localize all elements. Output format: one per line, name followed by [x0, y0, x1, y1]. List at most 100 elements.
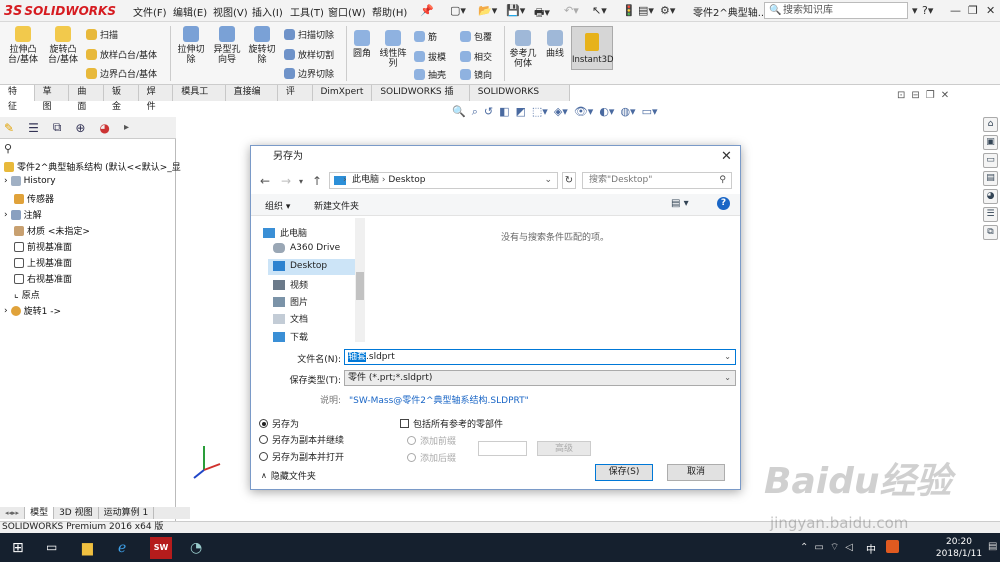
radio-save-copy-open[interactable]: 另存为副本并打开 — [259, 450, 344, 463]
configuration-manager-icon[interactable]: ⧉ — [53, 120, 62, 135]
breadcrumb-chevron-icon[interactable]: › — [343, 173, 347, 188]
radio-save-copy-continue[interactable]: 另存为副本并继续 — [259, 433, 344, 446]
reference-geometry-button[interactable]: 参考几 何体 — [508, 30, 538, 69]
chevron-down-icon[interactable]: ⌄ — [724, 350, 731, 364]
revolve-boss-button[interactable]: 旋转凸 台/基体 — [44, 26, 82, 65]
radio-add-suffix[interactable]: 添加后缀 — [407, 451, 456, 464]
close-icon[interactable]: ✕ — [986, 4, 995, 17]
shell-button[interactable]: 抽壳 — [414, 68, 446, 81]
ime-indicator[interactable]: 中 — [866, 541, 876, 556]
radio-dot[interactable] — [407, 453, 416, 462]
menu-window[interactable]: 窗口(W) — [328, 4, 366, 19]
folder-search-input[interactable]: 搜索"Desktop" ⚲ — [582, 172, 732, 189]
loft-cut-button[interactable]: 放样切割 — [284, 48, 334, 61]
tree-item-material[interactable]: 材质 <未指定> — [14, 224, 90, 237]
search-dropdown-icon[interactable]: ▾ — [912, 4, 918, 17]
tab-scroll-arrows[interactable]: ◂◂▸▸ — [0, 507, 26, 519]
menu-help[interactable]: 帮助(H) — [372, 4, 407, 19]
tab-model[interactable]: 模型 — [25, 507, 55, 519]
cancel-button[interactable]: 取消 — [667, 464, 725, 481]
minimize-icon[interactable]: — — [950, 4, 961, 17]
hole-wizard-button[interactable]: 异型孔 向导 — [210, 26, 244, 65]
radio-dot[interactable] — [259, 435, 268, 444]
save-type-select[interactable]: 零件 (*.prt;*.sldprt) ⌄ — [344, 370, 736, 386]
file-explorer-icon[interactable]: ▆ — [82, 540, 93, 556]
boundary-boss-button[interactable]: 边界凸台/基体 — [86, 67, 157, 80]
zoom-to-fit-icon[interactable]: 🔍 — [452, 105, 466, 123]
notification-icon[interactable]: ▤ — [988, 541, 997, 552]
tab-mold-tools[interactable]: 模具工具 — [173, 85, 226, 112]
filename-input[interactable]: 轴套.sldprt ⌄ — [344, 349, 736, 365]
extrude-boss-button[interactable]: 拉伸凸 台/基体 — [4, 26, 42, 65]
tab-mbd[interactable]: SOLIDWORKS MBD — [470, 85, 571, 112]
nav-downloads[interactable]: 下载 — [273, 330, 308, 343]
nav-documents[interactable]: 文档 — [273, 312, 308, 325]
section-view-icon[interactable]: ◧ — [499, 105, 509, 123]
select-icon[interactable]: ↖▾ — [592, 4, 607, 17]
sweep-cut-button[interactable]: 扫描切除 — [284, 28, 334, 41]
new-doc-icon[interactable]: ▢▾ — [450, 4, 466, 17]
expand-arrow-icon[interactable]: › — [4, 176, 8, 186]
tab-sheet-metal[interactable]: 钣金 — [104, 85, 139, 112]
forward-arrow-icon[interactable]: → — [281, 174, 291, 188]
filter-icon[interactable]: ⚲ — [4, 142, 12, 155]
input-method-icon[interactable] — [886, 540, 899, 553]
nav-desktop[interactable]: Desktop — [273, 261, 327, 271]
radio-dot[interactable] — [407, 436, 416, 445]
help-icon[interactable]: ?▾ — [922, 4, 933, 17]
tree-root-part[interactable]: 零件2^典型轴系结构 (默认<<默认>_显 — [4, 160, 181, 173]
custom-properties-icon[interactable]: ☰ — [983, 207, 998, 222]
solidworks-taskbar-icon[interactable]: SW — [150, 537, 172, 559]
checkbox-box[interactable] — [400, 419, 409, 428]
tab-3d-view[interactable]: 3D 视图 — [54, 507, 99, 519]
prefix-suffix-input[interactable] — [478, 441, 527, 456]
breadcrumb-desktop[interactable]: Desktop — [388, 175, 425, 185]
dynamic-annotation-icon[interactable]: ◩ — [516, 105, 526, 123]
internet-explorer-icon[interactable]: ℯ — [118, 540, 126, 556]
tree-item-origin[interactable]: ⌞ 原点 — [14, 288, 40, 301]
tab-sketch[interactable]: 草图 — [35, 85, 70, 112]
nav-a360-drive[interactable]: A360 Drive — [273, 243, 340, 253]
dimxpert-manager-icon[interactable]: ⊕ — [75, 121, 85, 135]
forum-icon[interactable]: ⧉ — [983, 225, 998, 240]
organize-button[interactable]: 组织 ▾ — [265, 199, 290, 212]
tab-features[interactable]: 特征 — [0, 85, 35, 112]
radio-dot[interactable] — [259, 452, 268, 461]
app-taskbar-icon[interactable]: ◔ — [190, 540, 202, 556]
view-settings-icon[interactable]: ▭▾ — [642, 105, 658, 123]
design-library-icon[interactable]: ▣ — [983, 135, 998, 150]
view-mode-icon[interactable]: ▤ ▾ — [671, 198, 689, 209]
panel-expand-icon[interactable]: ▸ — [124, 122, 129, 133]
appearances-icon[interactable]: ◕ — [983, 189, 998, 204]
mirror-button[interactable]: 镜向 — [460, 68, 492, 81]
radio-save-as[interactable]: 另存为 — [259, 417, 299, 430]
refresh-icon[interactable]: ↻ — [562, 172, 576, 189]
property-manager-icon[interactable]: ☰ — [28, 121, 39, 135]
system-tray-icons[interactable]: ⌃▭⌔◁ — [800, 541, 859, 554]
radio-dot[interactable] — [259, 419, 268, 428]
menu-view[interactable]: 视图(V) — [213, 4, 248, 19]
windows-start-icon[interactable]: ⊞ — [12, 540, 24, 556]
help-icon[interactable]: ? — [717, 197, 730, 210]
tree-item-history[interactable]: › History — [4, 176, 56, 186]
scrollbar-thumb[interactable] — [356, 272, 364, 300]
solidworks-logo[interactable]: 3S SOLIDWORKS — [4, 2, 116, 20]
hide-show-icon[interactable]: 👁▾ — [574, 105, 594, 123]
view-palette-icon[interactable]: ▤ — [983, 171, 998, 186]
curves-button[interactable]: 曲线 — [542, 30, 568, 59]
scene-icon[interactable]: ◍▾ — [620, 105, 635, 123]
home-icon[interactable]: ⌂ — [983, 117, 998, 132]
view-orientation-icon[interactable]: ⬚▾ — [532, 105, 548, 123]
tree-item-annotations[interactable]: › 注解 — [4, 208, 42, 221]
tab-dimxpert[interactable]: DimXpert — [313, 85, 373, 101]
tree-item-revolve1[interactable]: › 旋转1 -> — [4, 304, 61, 317]
display-manager-icon[interactable]: ◕ — [99, 121, 109, 135]
tab-addins[interactable]: SOLIDWORKS 插件 — [372, 85, 470, 112]
sweep-button[interactable]: 扫描 — [86, 28, 118, 41]
file-explorer-icon[interactable]: ▭ — [983, 153, 998, 168]
tree-item-front-plane[interactable]: 前视基准面 — [14, 240, 72, 253]
tree-item-top-plane[interactable]: 上视基准面 — [14, 256, 72, 269]
file-properties-icon[interactable]: ▤▾ — [638, 4, 654, 17]
wrap-button[interactable]: 包覆 — [460, 30, 492, 43]
address-bar[interactable]: › 此电脑 › Desktop ⌄ — [329, 172, 558, 189]
